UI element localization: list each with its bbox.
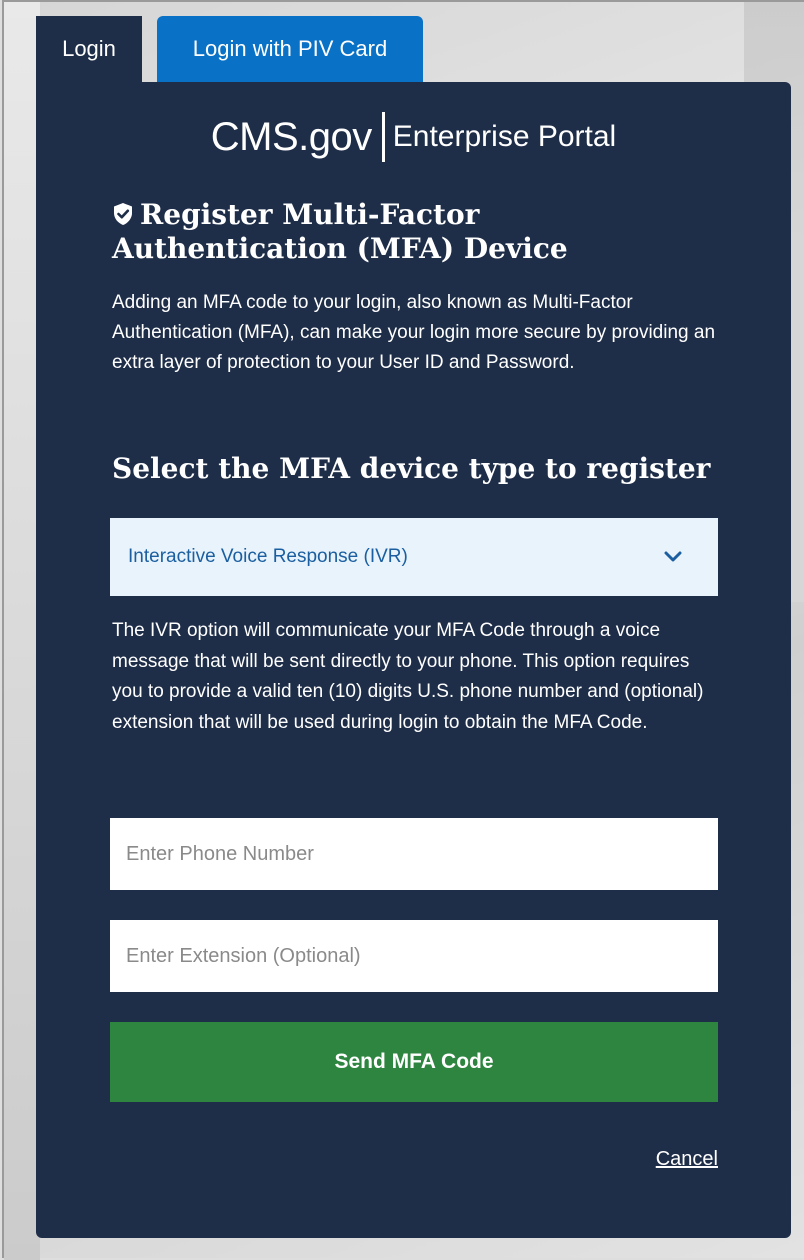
phone-number-input[interactable] xyxy=(110,818,718,890)
page-title: Register Multi-Factor Authentication (MF… xyxy=(112,198,672,266)
brand-logo: CMS.gov Enterprise Portal xyxy=(36,112,791,162)
chevron-down-icon xyxy=(664,551,682,562)
shield-check-icon xyxy=(114,203,132,225)
device-type-select[interactable]: Interactive Voice Response (IVR) xyxy=(110,518,718,596)
device-select-label: Select the MFA device type to register xyxy=(112,452,711,485)
login-card: CMS.gov Enterprise Portal Register Multi… xyxy=(36,82,791,1238)
background-shape xyxy=(4,2,40,1260)
cancel-link[interactable]: Cancel xyxy=(656,1148,718,1171)
send-mfa-code-button[interactable]: Send MFA Code xyxy=(110,1022,718,1102)
ivr-description: The IVR option will communicate your MFA… xyxy=(112,620,704,733)
brand-divider xyxy=(381,112,385,162)
page-title-text: Register Multi-Factor Authentication (MF… xyxy=(112,198,568,265)
tab-login[interactable]: Login xyxy=(36,16,142,82)
extension-input[interactable] xyxy=(110,920,718,992)
device-type-selected-value: Interactive Voice Response (IVR) xyxy=(128,546,408,567)
tab-login-with-piv-card[interactable]: Login with PIV Card xyxy=(157,16,423,82)
tab-piv-label: Login with PIV Card xyxy=(192,36,388,61)
tab-login-label: Login xyxy=(62,36,116,61)
intro-text: Adding an MFA code to your login, also k… xyxy=(112,292,716,373)
brand-name: CMS.gov xyxy=(210,114,373,159)
brand-portal-name: Enterprise Portal xyxy=(392,120,617,153)
